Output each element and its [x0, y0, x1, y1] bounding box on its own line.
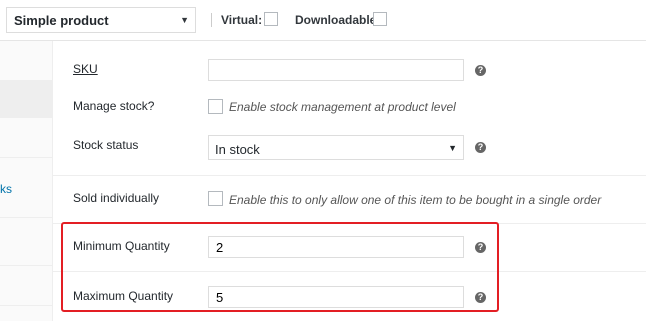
stock-status-label: Stock status — [73, 138, 139, 152]
chevron-down-icon: ▼ — [448, 143, 457, 153]
product-data-header: Simple product ▼ Virtual: Downloadable: — [0, 0, 646, 41]
stock-status-value: In stock — [215, 142, 260, 157]
sku-input[interactable] — [208, 59, 464, 81]
downloadable-checkbox[interactable] — [373, 12, 387, 26]
product-type-value: Simple product — [14, 13, 109, 28]
manage-stock-description: Enable stock management at product level — [229, 100, 456, 114]
tab-attributes[interactable] — [0, 218, 52, 266]
product-type-select[interactable]: Simple product ▼ — [6, 7, 196, 33]
downloadable-label: Downloadable: — [295, 13, 381, 27]
tab-linked-products-label: ks — [0, 182, 12, 196]
tab-linked-products[interactable]: ks — [0, 158, 52, 218]
stock-status-select[interactable]: In stock ▼ — [208, 135, 464, 160]
help-tip-icon[interactable]: ? — [475, 65, 486, 76]
virtual-label: Virtual: — [221, 13, 263, 27]
sold-individually-description: Enable this to only allow one of this it… — [229, 193, 602, 207]
virtual-checkbox[interactable] — [264, 12, 278, 26]
header-separator — [211, 13, 212, 27]
manage-stock-label: Manage stock? — [73, 99, 155, 113]
sold-individually-checkbox[interactable] — [208, 191, 223, 206]
manage-stock-checkbox[interactable] — [208, 99, 223, 114]
tab-shipping[interactable] — [0, 118, 52, 158]
product-data-tabs: ks — [0, 41, 53, 321]
row-divider — [53, 175, 646, 176]
help-tip-icon[interactable]: ? — [475, 142, 486, 153]
tab-advanced[interactable] — [0, 266, 52, 306]
tab-general[interactable] — [0, 41, 52, 81]
sku-label: SKU — [73, 62, 98, 76]
quantity-highlight-box — [61, 222, 499, 312]
tab-inventory[interactable] — [0, 81, 52, 118]
sold-individually-label: Sold individually — [73, 191, 160, 205]
chevron-down-icon: ▼ — [180, 15, 189, 25]
